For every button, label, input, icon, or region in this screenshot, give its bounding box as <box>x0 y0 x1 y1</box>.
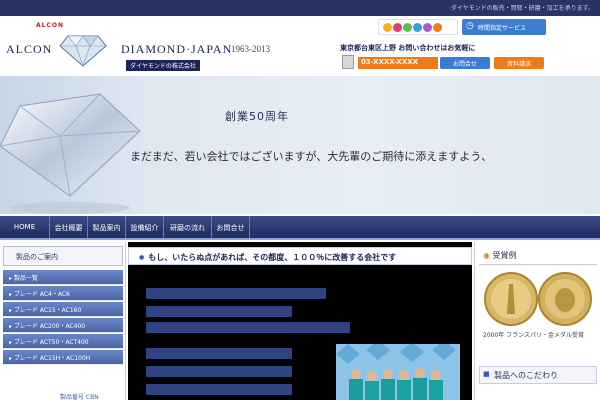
commitment-heading[interactable]: 製品へのこだわり <box>479 366 597 384</box>
contact-line: 東京都台東区上野 お問い合わせはお気軽に <box>340 44 476 52</box>
sidebar-bottom-link[interactable]: 製品番号 CBN <box>60 392 99 400</box>
team-photo <box>336 344 460 400</box>
nav-home[interactable]: HOME <box>0 216 50 238</box>
header-contact-area: 時間指定サービス 東京都台東区上野 お問い合わせはお気軽に 03-XXXX-XX… <box>340 19 596 71</box>
logo-word-alcon: ALCON <box>6 42 53 56</box>
award-heading: 受賞例 <box>479 247 597 265</box>
request-docs-button[interactable]: 資料請求 <box>494 57 544 69</box>
top-strip: ダイヤモンドの販売・買取・研磨・加工を承ります。 <box>0 0 600 16</box>
text-line-placeholder <box>146 322 350 333</box>
hero-headline: 創業50周年 <box>225 110 289 123</box>
badge-dots-icon <box>383 23 443 35</box>
right-column: 受賞例 2000年 フランスパリ・金メダル受賞 製品へのこだわり <box>474 242 600 400</box>
text-line-placeholder <box>146 366 292 377</box>
nav-company[interactable]: 会社概要 <box>50 216 88 238</box>
time-service-button[interactable]: 時間指定サービス <box>462 19 546 35</box>
gold-medals-image <box>484 272 592 326</box>
nav-process[interactable]: 研磨の流れ <box>164 216 212 238</box>
logo-word-diamond-japan: DIAMOND·JAPAN <box>121 42 233 56</box>
top-tagline: ダイヤモンドの販売・買取・研磨・加工を承ります。 <box>450 5 594 12</box>
inquiry-button[interactable]: お問合せ <box>440 57 490 69</box>
logo-subtitle: ダイヤモンドの株式会社 <box>126 60 200 71</box>
site-logo[interactable]: ALCON ALCON DIAMOND·JAPAN 1963-2013 ダイヤモ… <box>6 18 286 71</box>
diamond-logo-icon <box>59 35 107 67</box>
nav-contact[interactable]: お問合せ <box>212 216 250 238</box>
service-badges[interactable] <box>378 19 458 35</box>
logo-years: 1963-2013 <box>231 44 270 54</box>
award-caption: 2000年 フランスパリ・金メダル受賞 <box>483 332 585 339</box>
nav-products[interactable]: 製品案内 <box>88 216 126 238</box>
sidebar-item-ac15h[interactable]: ブレード AC15H・AC100H <box>3 350 123 365</box>
sidebar-item-ac4[interactable]: ブレード AC4・AC6 <box>3 286 123 301</box>
main-nav: HOME 会社概要 製品案内 設備紹介 研磨の流れ お問合せ <box>0 216 600 240</box>
hero-subline: まだまだ、若い会社ではございますが、大先輩のご期待に添えますよう、 <box>130 150 493 163</box>
sidebar-heading: 製品のご案内 <box>3 246 123 266</box>
text-line-placeholder <box>146 348 292 359</box>
text-line-placeholder <box>146 306 292 317</box>
sidebar-item-ac15[interactable]: ブレード AC15・AC160 <box>3 302 123 317</box>
phone-number: 03-XXXX-XXXX <box>358 57 438 69</box>
hero-banner: 創業50周年 まだまだ、若い会社ではございますが、大先輩のご期待に添えますよう、 <box>0 76 600 214</box>
nav-equipment[interactable]: 設備紹介 <box>126 216 164 238</box>
sidebar-item-act50[interactable]: ブレード ACT50・ACT400 <box>3 334 123 349</box>
hero-diamond-image <box>0 93 141 214</box>
text-line-placeholder <box>146 384 292 395</box>
text-line-placeholder <box>146 288 326 299</box>
site-header: ALCON ALCON DIAMOND·JAPAN 1963-2013 ダイヤモ… <box>0 16 600 74</box>
main-content: もし、いたらぬ点があれば、その都度、１００％に改善する会社です <box>128 242 472 400</box>
sidebar-item-ac200[interactable]: ブレード AC200・AC400 <box>3 318 123 333</box>
logo-mini-text: ALCON <box>36 22 64 29</box>
product-sidebar: 製品のご案内 製品一覧 ブレード AC4・AC6 ブレード AC15・AC160… <box>0 242 126 400</box>
sidebar-item-list[interactable]: 製品一覧 <box>3 270 123 285</box>
fax-icon <box>342 55 354 69</box>
section-title: もし、いたらぬ点があれば、その都度、１００％に改善する会社です <box>128 247 472 265</box>
